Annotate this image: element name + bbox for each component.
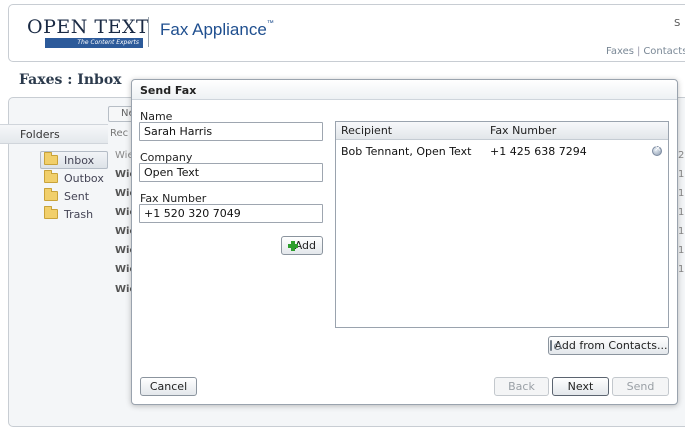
next-button[interactable]: Next (552, 377, 609, 396)
trademark-mark: ™ (266, 20, 274, 27)
fax-number-field[interactable] (139, 204, 323, 223)
folder-icon (44, 206, 58, 219)
remove-recipient-icon[interactable] (652, 144, 662, 156)
nav-link-contacts[interactable]: Contacts (643, 46, 685, 57)
row-count-fragment: 1 (678, 245, 685, 256)
header-nav: Faxes|Contacts| (606, 46, 685, 57)
app-header: OPEN TEXT The Content Experts Fax Applia… (8, 4, 685, 62)
recipients-table: Recipient Fax Number Bob Tennant, Open T… (335, 121, 669, 328)
header-divider (148, 17, 149, 47)
send-button[interactable]: Send (612, 377, 669, 396)
folder-label: Inbox (64, 153, 95, 167)
add-recipient-button[interactable]: Add (281, 236, 323, 255)
logo-wordmark: OPEN TEXT (27, 16, 150, 38)
column-header-fax-number: Fax Number (490, 124, 557, 137)
send-fax-dialog: Send Fax Name Company Fax Number Add Rec… (131, 79, 678, 405)
cancel-button[interactable]: Cancel (140, 377, 197, 396)
page-title: Faxes : Inbox (19, 72, 122, 88)
row-count-fragment: 1 (678, 207, 685, 218)
recipient-cell: Bob Tennant, Open Text (341, 145, 472, 158)
column-header-recipient: Rec (110, 128, 129, 139)
column-header-recipient: Recipient (341, 124, 393, 137)
folder-item-inbox[interactable]: Inbox (40, 151, 108, 169)
fax-number-cell: +1 425 638 7294 (490, 145, 587, 158)
company-field[interactable] (139, 163, 323, 182)
row-count-fragment: 1 (678, 264, 685, 275)
recipients-table-header: Recipient Fax Number (336, 122, 668, 140)
folder-item-outbox[interactable]: Outbox (40, 169, 108, 187)
folder-item-sent[interactable]: Sent (40, 187, 108, 205)
folder-icon (44, 188, 58, 201)
opentext-logo: OPEN TEXT The Content Experts (27, 16, 150, 48)
row-count-fragment: 2 (678, 150, 685, 161)
table-row[interactable]: Bob Tennant, Open Text +1 425 638 7294 (336, 140, 668, 160)
folder-list: Inbox Outbox Sent Trash (40, 151, 108, 223)
row-count-fragment: 1 (678, 226, 685, 237)
folder-icon (44, 170, 58, 183)
folder-label: Sent (64, 189, 90, 203)
add-from-contacts-button[interactable]: Add from Contacts... (548, 336, 669, 355)
product-name: Fax Appliance (160, 20, 267, 39)
folder-label: Trash (64, 207, 94, 221)
nav-link-faxes[interactable]: Faxes (606, 46, 634, 57)
dialog-title: Send Fax (132, 80, 677, 100)
row-count-fragment: 1 (678, 169, 685, 180)
header-corner-text: S (674, 18, 681, 29)
product-title: Fax Appliance™ (160, 20, 274, 40)
folder-item-trash[interactable]: Trash (40, 205, 108, 223)
folders-header: Folders (0, 124, 108, 144)
folder-open-icon (44, 152, 58, 165)
plus-icon (288, 240, 298, 251)
nav-separator: | (636, 46, 641, 57)
add-from-contacts-label: Add from Contacts... (554, 339, 668, 352)
address-book-icon (549, 340, 561, 351)
logo-tagline: The Content Experts (45, 38, 143, 48)
row-count-fragment: 1 (678, 188, 685, 199)
back-button[interactable]: Back (494, 377, 549, 396)
name-field[interactable] (139, 122, 323, 141)
folder-label: Outbox (64, 171, 104, 185)
